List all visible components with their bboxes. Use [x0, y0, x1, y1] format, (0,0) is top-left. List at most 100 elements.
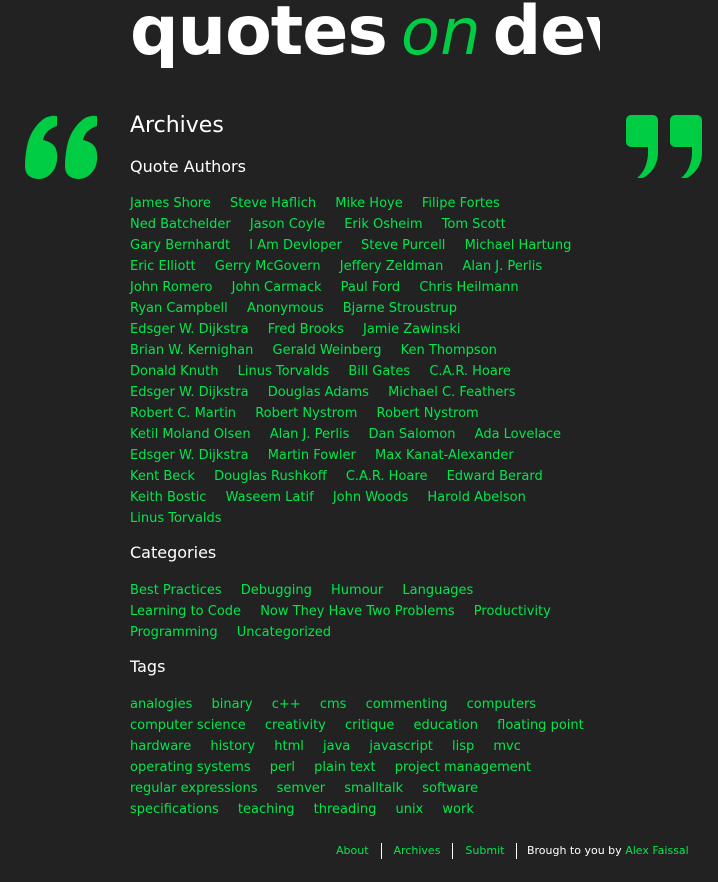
author-link[interactable]: John Carmack	[232, 280, 322, 295]
tag-link[interactable]: semver	[277, 781, 325, 796]
author-link[interactable]: Ryan Campbell	[130, 301, 228, 316]
author-link[interactable]: Martin Fowler	[268, 448, 356, 463]
author-link[interactable]: Ada Lovelace	[475, 427, 561, 442]
footer-about-link[interactable]: About	[330, 844, 375, 857]
tag-link[interactable]: floating point	[497, 718, 584, 733]
author-link[interactable]: Ken Thompson	[401, 343, 497, 358]
tag-link[interactable]: unix	[395, 802, 423, 817]
author-link[interactable]: Edsger W. Dijkstra	[130, 385, 249, 400]
tag-link[interactable]: commenting	[366, 697, 448, 712]
tag-link[interactable]: threading	[314, 802, 377, 817]
author-link[interactable]: Gerald Weinberg	[273, 343, 382, 358]
author-link[interactable]: Donald Knuth	[130, 364, 219, 379]
author-link[interactable]: Edsger W. Dijkstra	[130, 322, 249, 337]
author-link[interactable]: Kent Beck	[130, 469, 195, 484]
author-link[interactable]: Robert C. Martin	[130, 406, 236, 421]
author-link[interactable]: Erik Osheim	[344, 217, 422, 232]
author-link[interactable]: Tom Scott	[442, 217, 506, 232]
author-link[interactable]: Eric Elliott	[130, 259, 196, 274]
author-link[interactable]: Waseem Latif	[226, 490, 314, 505]
tag-link[interactable]: critique	[345, 718, 394, 733]
author-link[interactable]: Alan J. Perlis	[462, 259, 542, 274]
author-link[interactable]: John Romero	[130, 280, 212, 295]
footer-submit-link[interactable]: Submit	[459, 844, 510, 857]
author-link[interactable]: Dan Salomon	[369, 427, 456, 442]
tag-link[interactable]: software	[422, 781, 478, 796]
tag-link[interactable]: specifications	[130, 802, 219, 817]
tag-link[interactable]: binary	[212, 697, 253, 712]
tag-link[interactable]: computer science	[130, 718, 246, 733]
author-link[interactable]: Douglas Rushkoff	[214, 469, 327, 484]
author-link[interactable]: Linus Torvalds	[130, 511, 222, 526]
tag-link[interactable]: java	[323, 739, 350, 754]
author-link[interactable]: Anonymous	[247, 301, 324, 316]
author-link[interactable]: Jeffery Zeldman	[340, 259, 444, 274]
category-link[interactable]: Programming	[130, 625, 218, 640]
tag-link[interactable]: project management	[395, 760, 531, 775]
tag-link[interactable]: mvc	[493, 739, 521, 754]
tag-link[interactable]: html	[274, 739, 304, 754]
footer-archives-link[interactable]: Archives	[388, 844, 447, 857]
tag-link[interactable]: c++	[272, 697, 301, 712]
tag-link[interactable]: smalltalk	[344, 781, 403, 796]
author-link[interactable]: Brian W. Kernighan	[130, 343, 253, 358]
category-link[interactable]: Debugging	[241, 583, 312, 598]
author-link[interactable]: Gary Bernhardt	[130, 238, 230, 253]
tag-link[interactable]: teaching	[238, 802, 295, 817]
tag-link[interactable]: history	[210, 739, 255, 754]
tag-link[interactable]: analogies	[130, 697, 192, 712]
author-link[interactable]: Jamie Zawinski	[363, 322, 460, 337]
category-link[interactable]: Best Practices	[130, 583, 222, 598]
category-link[interactable]: Learning to Code	[130, 604, 241, 619]
author-link[interactable]: Edward Berard	[447, 469, 543, 484]
author-link[interactable]: Gerry McGovern	[215, 259, 321, 274]
author-link[interactable]: Max Kanat-Alexander	[375, 448, 514, 463]
author-link[interactable]: Paul Ford	[341, 280, 401, 295]
author-link[interactable]: Harold Abelson	[427, 490, 525, 505]
tag-link[interactable]: regular expressions	[130, 781, 258, 796]
author-link[interactable]: James Shore	[130, 196, 211, 211]
category-link[interactable]: Humour	[331, 583, 383, 598]
author-link[interactable]: Jason Coyle	[250, 217, 325, 232]
tag-link[interactable]: computers	[467, 697, 536, 712]
author-link[interactable]: Steve Purcell	[361, 238, 445, 253]
author-link[interactable]: Linus Torvalds	[238, 364, 330, 379]
author-link[interactable]: Chris Heilmann	[419, 280, 518, 295]
tag-link[interactable]: work	[442, 802, 473, 817]
tag-link[interactable]: plain text	[314, 760, 375, 775]
author-link[interactable]: Steve Haflich	[230, 196, 316, 211]
author-link[interactable]: John Woods	[333, 490, 408, 505]
author-link[interactable]: Alan J. Perlis	[270, 427, 350, 442]
author-link[interactable]: Bjarne Stroustrup	[343, 301, 457, 316]
tag-link[interactable]: operating systems	[130, 760, 251, 775]
author-link[interactable]: Douglas Adams	[268, 385, 369, 400]
category-link[interactable]: Uncategorized	[237, 625, 331, 640]
author-link[interactable]: C.A.R. Hoare	[346, 469, 428, 484]
author-link[interactable]: Michael Hartung	[465, 238, 572, 253]
author-link[interactable]: Edsger W. Dijkstra	[130, 448, 249, 463]
tag-link[interactable]: education	[413, 718, 478, 733]
author-link[interactable]: Ned Batchelder	[130, 217, 231, 232]
tag-link[interactable]: creativity	[265, 718, 326, 733]
author-link[interactable]: C.A.R. Hoare	[429, 364, 511, 379]
author-link[interactable]: I Am Devloper	[249, 238, 342, 253]
tag-link[interactable]: cms	[320, 697, 347, 712]
category-link[interactable]: Now They Have Two Problems	[260, 604, 454, 619]
tag-link[interactable]: lisp	[452, 739, 474, 754]
category-link[interactable]: Productivity	[474, 604, 551, 619]
tag-link[interactable]: javascript	[369, 739, 432, 754]
site-logo[interactable]: quotesondev	[130, 0, 600, 76]
tag-link[interactable]: perl	[270, 760, 295, 775]
author-link[interactable]: Bill Gates	[348, 364, 410, 379]
footer-author-link[interactable]: Alex Faissal	[625, 844, 689, 857]
author-link[interactable]: Fred Brooks	[268, 322, 344, 337]
category-link[interactable]: Languages	[402, 583, 473, 598]
author-link[interactable]: Robert Nystrom	[377, 406, 479, 421]
author-link[interactable]: Ketil Moland Olsen	[130, 427, 251, 442]
author-link[interactable]: Filipe Fortes	[422, 196, 500, 211]
author-link[interactable]: Mike Hoye	[335, 196, 402, 211]
tag-link[interactable]: hardware	[130, 739, 191, 754]
author-link[interactable]: Michael C. Feathers	[388, 385, 515, 400]
author-link[interactable]: Keith Bostic	[130, 490, 206, 505]
author-link[interactable]: Robert Nystrom	[255, 406, 357, 421]
